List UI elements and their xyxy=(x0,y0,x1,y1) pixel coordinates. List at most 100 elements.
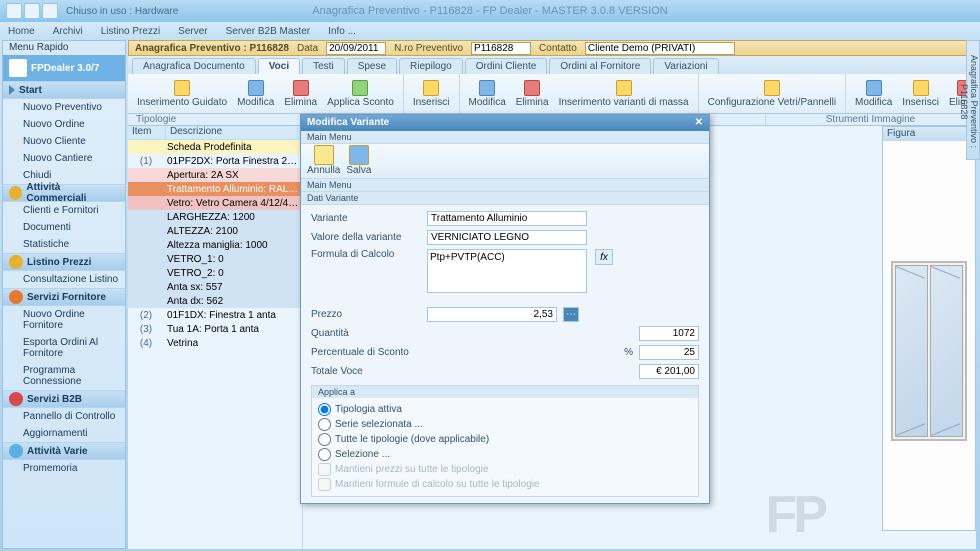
tree-row[interactable]: Scheda Prodefinita xyxy=(128,140,302,154)
rbn-config-vetri[interactable]: Configurazione Vetri/Pannelli xyxy=(705,78,839,110)
app-title: Anagrafica Preventivo - P116828 - FP Dea… xyxy=(312,5,667,17)
menu-server[interactable]: Server xyxy=(178,26,207,37)
sconto-input[interactable] xyxy=(639,345,699,360)
sidebar-group-fornitore[interactable]: Servizi Fornitore xyxy=(3,288,125,306)
sidebar-item[interactable]: Nuovo Cantiere xyxy=(3,150,125,167)
tree-row[interactable]: VETRO_1: 0 xyxy=(128,252,302,266)
rbn-varianti-massa[interactable]: Inserimento varianti di massa xyxy=(556,78,692,110)
tree-row[interactable]: LARGHEZZA: 1200 xyxy=(128,210,302,224)
menu-archivi[interactable]: Archivi xyxy=(53,26,83,37)
num-input[interactable] xyxy=(471,42,531,55)
qa-btn-1[interactable] xyxy=(6,3,22,19)
tab-ordini-cliente[interactable]: Ordini Cliente xyxy=(465,58,548,74)
tree-row[interactable]: ALTEZZA: 2100 xyxy=(128,224,302,238)
tab-anagrafica[interactable]: Anagrafica Documento xyxy=(132,58,256,74)
rbn-img-modifica[interactable]: Modifica xyxy=(852,78,895,110)
rbn-inserimento-guidato[interactable]: Inserimento Guidato xyxy=(134,78,230,110)
rbn-img-inserisci[interactable]: Inserisci xyxy=(899,78,942,110)
tab-spese[interactable]: Spese xyxy=(347,58,397,74)
radio-selezione[interactable]: Selezione ... xyxy=(318,447,692,462)
modal-menurow[interactable]: Main Menu xyxy=(301,179,709,192)
tab-variazioni[interactable]: Variazioni xyxy=(653,58,718,74)
sidebar: Menu Rapido FPDealer 3.0/7 Start Nuovo P… xyxy=(2,40,126,549)
tree-row[interactable]: (1)01PF2DX: Porta Finestra 2 ante xyxy=(128,154,302,168)
sidebar-item[interactable]: Programma Connessione xyxy=(3,362,125,390)
menu-listino[interactable]: Listino Prezzi xyxy=(101,26,160,37)
sidebar-item[interactable]: Esporta Ordini Al Fornitore xyxy=(3,334,125,362)
tree-row[interactable]: (2)01F1DX: Finestra 1 anta xyxy=(128,308,302,322)
qa-btn-3[interactable] xyxy=(42,3,58,19)
sidebar-item[interactable]: Consultazione Listino xyxy=(3,271,125,288)
sidebar-item[interactable]: Nuovo Preventivo xyxy=(3,99,125,116)
sidebar-group-varie[interactable]: Attività Varie xyxy=(3,442,125,460)
prezzo-input[interactable] xyxy=(427,307,557,322)
rbn-modifica2[interactable]: Modifica xyxy=(466,78,509,110)
sidebar-group-start[interactable]: Start xyxy=(3,81,125,99)
tree-row[interactable]: Apertura: 2A SX xyxy=(128,168,302,182)
sidebar-item[interactable]: Nuovo Cliente xyxy=(3,133,125,150)
sidebar-item[interactable]: Nuovo Ordine xyxy=(3,116,125,133)
ribbon: Inserimento Guidato Modifica Elimina App… xyxy=(128,74,976,114)
menu-home[interactable]: Home xyxy=(8,26,35,37)
titlebar: Chiuso in uso : Hardware Anagrafica Prev… xyxy=(0,0,980,22)
tab-riepilogo[interactable]: Riepilogo xyxy=(399,58,463,74)
tree-row[interactable]: (3)Tua 1A: Porta 1 anta xyxy=(128,322,302,336)
menu-b2b[interactable]: Server B2B Master xyxy=(226,26,310,37)
qa-btn-2[interactable] xyxy=(24,3,40,19)
tree-row[interactable]: Anta dx: 562 xyxy=(128,294,302,308)
radio-tipologia-attiva[interactable]: Tipologia attiva xyxy=(318,402,692,417)
item-tree[interactable]: ItemDescrizione Scheda Prodefinita(1)01P… xyxy=(128,126,303,549)
brand: FPDealer 3.0/7 xyxy=(3,55,125,81)
annulla-button[interactable]: Annulla xyxy=(307,145,340,176)
tree-row[interactable]: Anta sx: 557 xyxy=(128,280,302,294)
doc-header: Anagrafica Preventivo : P116828 Data N.r… xyxy=(128,40,976,56)
date-input[interactable] xyxy=(326,42,386,55)
totale-input xyxy=(639,364,699,379)
menu-info[interactable]: Info ... xyxy=(328,26,356,37)
sidebar-title: Menu Rapido xyxy=(3,41,125,55)
radio-tutte[interactable]: Tutte le tipologie (dove applicabile) xyxy=(318,432,692,447)
close-icon[interactable]: ✕ xyxy=(695,117,703,128)
tree-row[interactable]: Altezza maniglia: 1000 xyxy=(128,238,302,252)
applica-group: Applica a Tipologia attiva Serie selezio… xyxy=(311,385,699,497)
tab-testi[interactable]: Testi xyxy=(302,58,345,74)
sidebar-group-b2b[interactable]: Servizi B2B xyxy=(3,390,125,408)
contact-input[interactable] xyxy=(585,42,735,55)
tree-row[interactable]: Vetro: Vetro Camera 4/12/4 Tot xyxy=(128,196,302,210)
rbn-elimina[interactable]: Elimina xyxy=(281,78,320,110)
rbn-sconto[interactable]: Applica Sconto xyxy=(324,78,397,110)
tree-row[interactable]: Trattamento Alluminio: RAL 100 xyxy=(128,182,302,196)
check-mantieni-prezzi: Mantieni prezzi su tutte le tipologie xyxy=(318,462,692,477)
rbn-inserisci[interactable]: Inserisci xyxy=(410,78,453,110)
figure-panel: Figura xyxy=(882,126,976,531)
vertical-tab[interactable]: Anagrafica Preventivo : P116828 xyxy=(966,40,980,160)
salva-button[interactable]: Salva xyxy=(346,145,371,176)
sidebar-item[interactable]: Pannello di Controllo xyxy=(3,408,125,425)
modal-menu[interactable]: Main Menu xyxy=(301,131,709,144)
fp-logo: FP xyxy=(766,485,824,545)
sidebar-item[interactable]: Promemoria xyxy=(3,460,125,477)
sidebar-group-commerciali[interactable]: Attività Commerciali xyxy=(3,184,125,202)
doc-status: Chiuso in uso : Hardware xyxy=(66,6,178,17)
tab-voci[interactable]: Voci xyxy=(258,58,300,74)
rbn-elimina2[interactable]: Elimina xyxy=(513,78,552,110)
formula-input[interactable] xyxy=(427,249,587,293)
sidebar-item[interactable]: Nuovo Ordine Fornitore xyxy=(3,306,125,334)
tree-row[interactable]: (4)Vetrina xyxy=(128,336,302,350)
sidebar-group-listino[interactable]: Listino Prezzi xyxy=(3,253,125,271)
sidebar-item[interactable]: Clienti e Fornitori xyxy=(3,202,125,219)
tree-row[interactable]: VETRO_2: 0 xyxy=(128,266,302,280)
sidebar-item[interactable]: Aggiornamenti xyxy=(3,425,125,442)
valore-input[interactable] xyxy=(427,230,587,245)
door-drawing xyxy=(891,261,967,441)
sidebar-item[interactable]: Statistiche xyxy=(3,236,125,253)
qta-input[interactable] xyxy=(639,326,699,341)
sidebar-item[interactable]: Documenti xyxy=(3,219,125,236)
rbn-modifica[interactable]: Modifica xyxy=(234,78,277,110)
tab-ordini-fornitore[interactable]: Ordini al Fornitore xyxy=(549,58,651,74)
radio-serie[interactable]: Serie selezionata ... xyxy=(318,417,692,432)
formula-fx-button[interactable]: fx xyxy=(595,249,613,265)
prezzo-btn[interactable]: ⋯ xyxy=(563,307,579,322)
modal-title: Modifica Variante xyxy=(307,117,389,128)
variante-input[interactable] xyxy=(427,211,587,226)
